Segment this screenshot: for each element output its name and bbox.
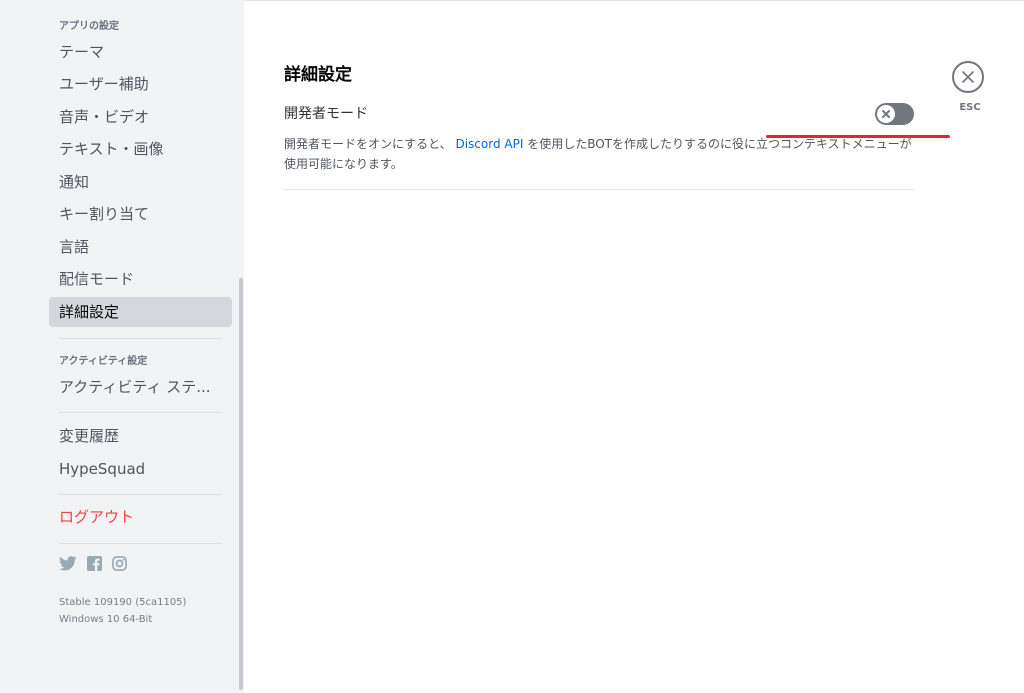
twitter-icon[interactable] [59,556,77,571]
sidebar-item-notifications[interactable]: 通知 [49,167,232,197]
instagram-icon[interactable] [112,556,127,571]
facebook-icon[interactable] [87,556,102,571]
developer-mode-toggle[interactable] [875,103,914,125]
sidebar-item-text-images[interactable]: テキスト・画像 [49,134,232,164]
sidebar-item-advanced[interactable]: 詳細設定 [49,297,232,327]
sidebar-item-logout[interactable]: ログアウト [49,502,232,532]
close-icon [962,71,974,83]
sidebar-separator [59,412,222,413]
red-underline-annotation [766,135,950,138]
sidebar-item-keybinds[interactable]: キー割り当て [49,199,232,229]
sidebar-scrollbar[interactable] [239,278,243,690]
developer-mode-label: 開発者モード [284,106,368,122]
settings-sidebar: アプリの設定 テーマ ユーザー補助 音声・ビデオ テキスト・画像 通知 キー割り… [0,0,244,693]
description-text: 開発者モードをオンにすると、 [284,137,452,151]
sidebar-item-accessibility[interactable]: ユーザー補助 [49,69,232,99]
sidebar-item-theme[interactable]: テーマ [49,37,232,67]
activity-settings-header: アクティビティ設定 [59,356,148,367]
sidebar-separator [59,338,222,339]
sidebar-item-language[interactable]: 言語 [49,232,232,262]
social-links [59,556,127,571]
discord-api-link[interactable]: Discord API [455,137,523,151]
developer-mode-description: 開発者モードをオンにすると、 Discord API を使用したBOTを作成した… [284,134,914,174]
os-info: Windows 10 64-Bit [59,614,153,625]
page-title: 詳細設定 [284,65,352,85]
sidebar-item-streamer-mode[interactable]: 配信モード [49,264,232,294]
setting-divider [284,189,914,190]
app-settings-header: アプリの設定 [59,21,119,32]
sidebar-item-voice-video[interactable]: 音声・ビデオ [49,102,232,132]
sidebar-separator [59,543,222,544]
sidebar-separator [59,494,222,495]
version-info: Stable 109190 (5ca1105) [59,597,187,608]
esc-label: ESC [959,102,981,113]
close-button[interactable] [952,61,984,93]
sidebar-item-activity-status[interactable]: アクティビティ ステ... [49,372,232,402]
top-border [244,0,1024,4]
toggle-knob [877,105,895,123]
sidebar-item-changelog[interactable]: 変更履歴 [49,421,232,451]
sidebar-item-hypesquad[interactable]: HypeSquad [49,454,232,484]
settings-content: 詳細設定 開発者モード 開発者モードをオンにすると、 Discord API を… [244,0,1024,693]
x-icon [882,110,890,118]
